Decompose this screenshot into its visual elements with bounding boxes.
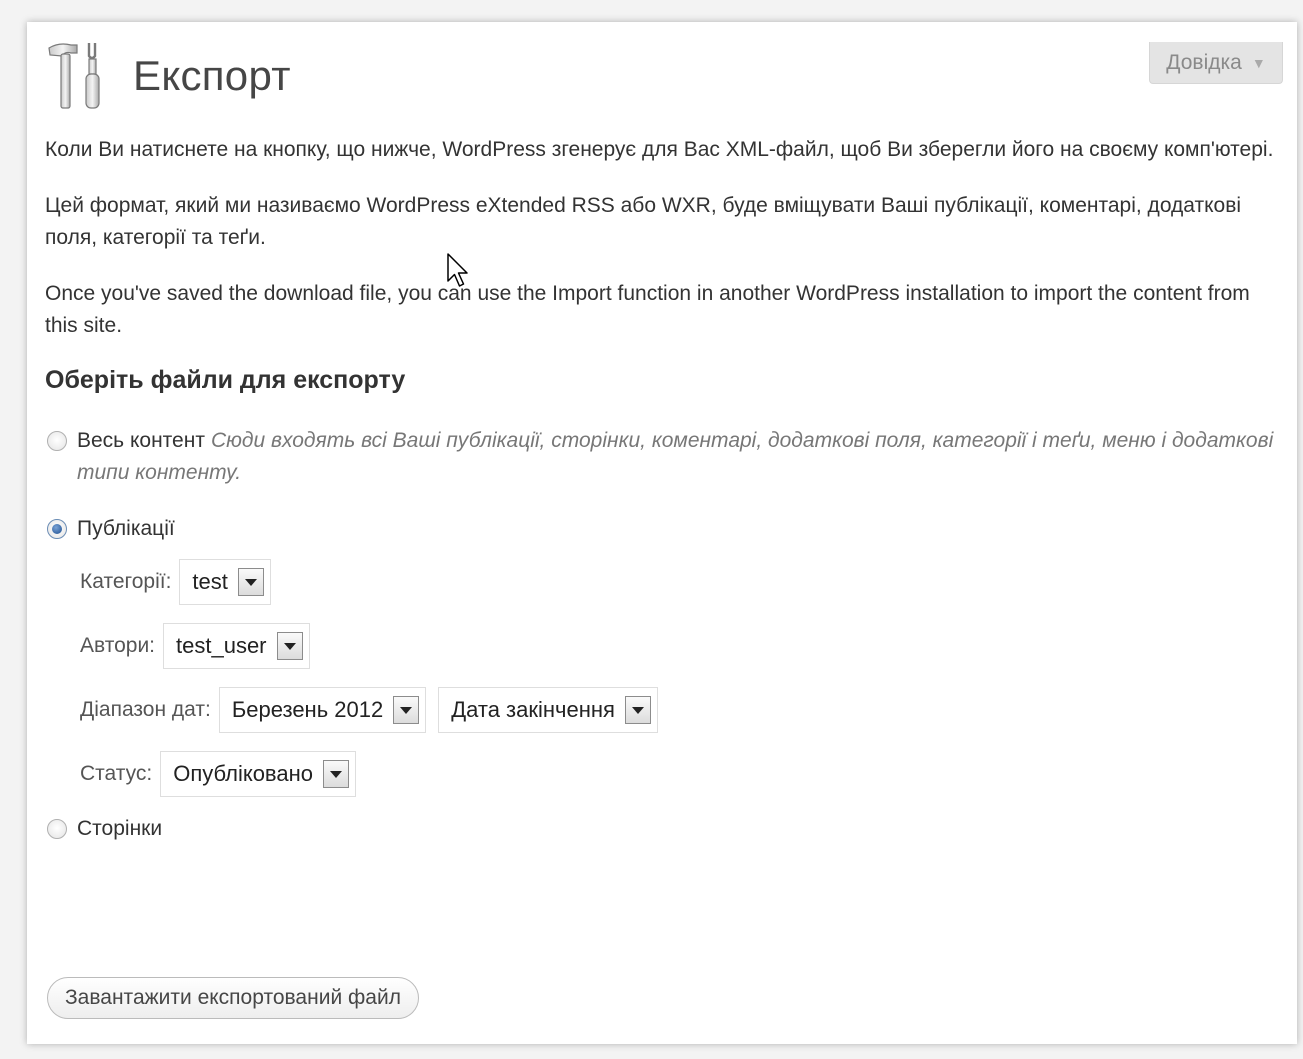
filter-status: Статус: Опубліковано bbox=[80, 749, 1281, 799]
end-date-value: Дата закінчення bbox=[451, 697, 615, 722]
tools-icon bbox=[48, 43, 100, 109]
chevron-down-icon: ▼ bbox=[1251, 54, 1266, 71]
authors-label: Автори: bbox=[80, 634, 156, 657]
status-label: Статус: bbox=[80, 762, 153, 785]
end-date-select[interactable]: Дата закінчення bbox=[438, 687, 658, 733]
download-export-button[interactable]: Завантажити експортований файл bbox=[47, 977, 419, 1019]
filter-date-range: Діапазон дат: Березень 2012 Дата закінче… bbox=[80, 685, 1281, 735]
start-date-value: Березень 2012 bbox=[231, 697, 384, 722]
all-content-label: Весь контент bbox=[77, 429, 205, 452]
categories-value: test bbox=[192, 569, 228, 594]
option-pages[interactable]: Сторінки bbox=[45, 813, 1281, 845]
intro-paragraph: Once you've saved the download file, you… bbox=[45, 282, 1250, 337]
categories-label: Категорії: bbox=[80, 570, 172, 593]
chevron-down-icon bbox=[237, 568, 264, 596]
option-all-content[interactable]: Весь контент Сюди входять всі Ваші публік… bbox=[45, 425, 1281, 489]
pages-label: Сторінки bbox=[77, 817, 163, 840]
authors-value: test_user bbox=[176, 633, 267, 658]
authors-select[interactable]: test_user bbox=[163, 623, 310, 669]
all-content-description: Сюди входять всі Ваші публікації, сторін… bbox=[77, 429, 1274, 484]
posts-label: Публікації bbox=[77, 517, 175, 540]
intro-paragraph: Цей формат, який ми називаємо WordPress … bbox=[45, 194, 1242, 249]
categories-select[interactable]: test bbox=[179, 559, 271, 605]
option-posts[interactable]: Публікації bbox=[45, 513, 1281, 545]
chevron-down-icon bbox=[393, 696, 420, 724]
filter-authors: Автори: test_user bbox=[80, 621, 1281, 671]
date-range-label: Діапазон дат: bbox=[80, 698, 211, 721]
chevron-down-icon bbox=[624, 696, 651, 724]
help-tab-label: Довідка bbox=[1166, 50, 1242, 74]
status-select[interactable]: Опубліковано bbox=[160, 751, 356, 797]
mouse-cursor-icon bbox=[447, 253, 468, 287]
page-title: Експорт bbox=[133, 52, 291, 99]
posts-radio[interactable] bbox=[47, 519, 67, 539]
export-form: Коли Ви натиснете на кнопку, що нижче, W… bbox=[45, 134, 1281, 845]
chevron-down-icon bbox=[276, 632, 303, 660]
help-tab[interactable]: Довідка ▼ bbox=[1149, 42, 1283, 84]
status-value: Опубліковано bbox=[173, 761, 313, 786]
filter-categories: Категорії: test bbox=[80, 557, 1281, 607]
pages-radio[interactable] bbox=[47, 819, 67, 839]
posts-filters: Категорії: test Автори: test_user Діапаз… bbox=[80, 557, 1281, 799]
page-header: Експорт bbox=[47, 42, 291, 110]
chevron-down-icon bbox=[323, 760, 349, 788]
section-title: Оберіть файли для експорту bbox=[45, 366, 406, 394]
start-date-select[interactable]: Березень 2012 bbox=[218, 687, 427, 733]
intro-paragraph: Коли Ви натиснете на кнопку, що нижче, W… bbox=[45, 138, 1274, 161]
all-content-radio[interactable] bbox=[47, 431, 67, 451]
